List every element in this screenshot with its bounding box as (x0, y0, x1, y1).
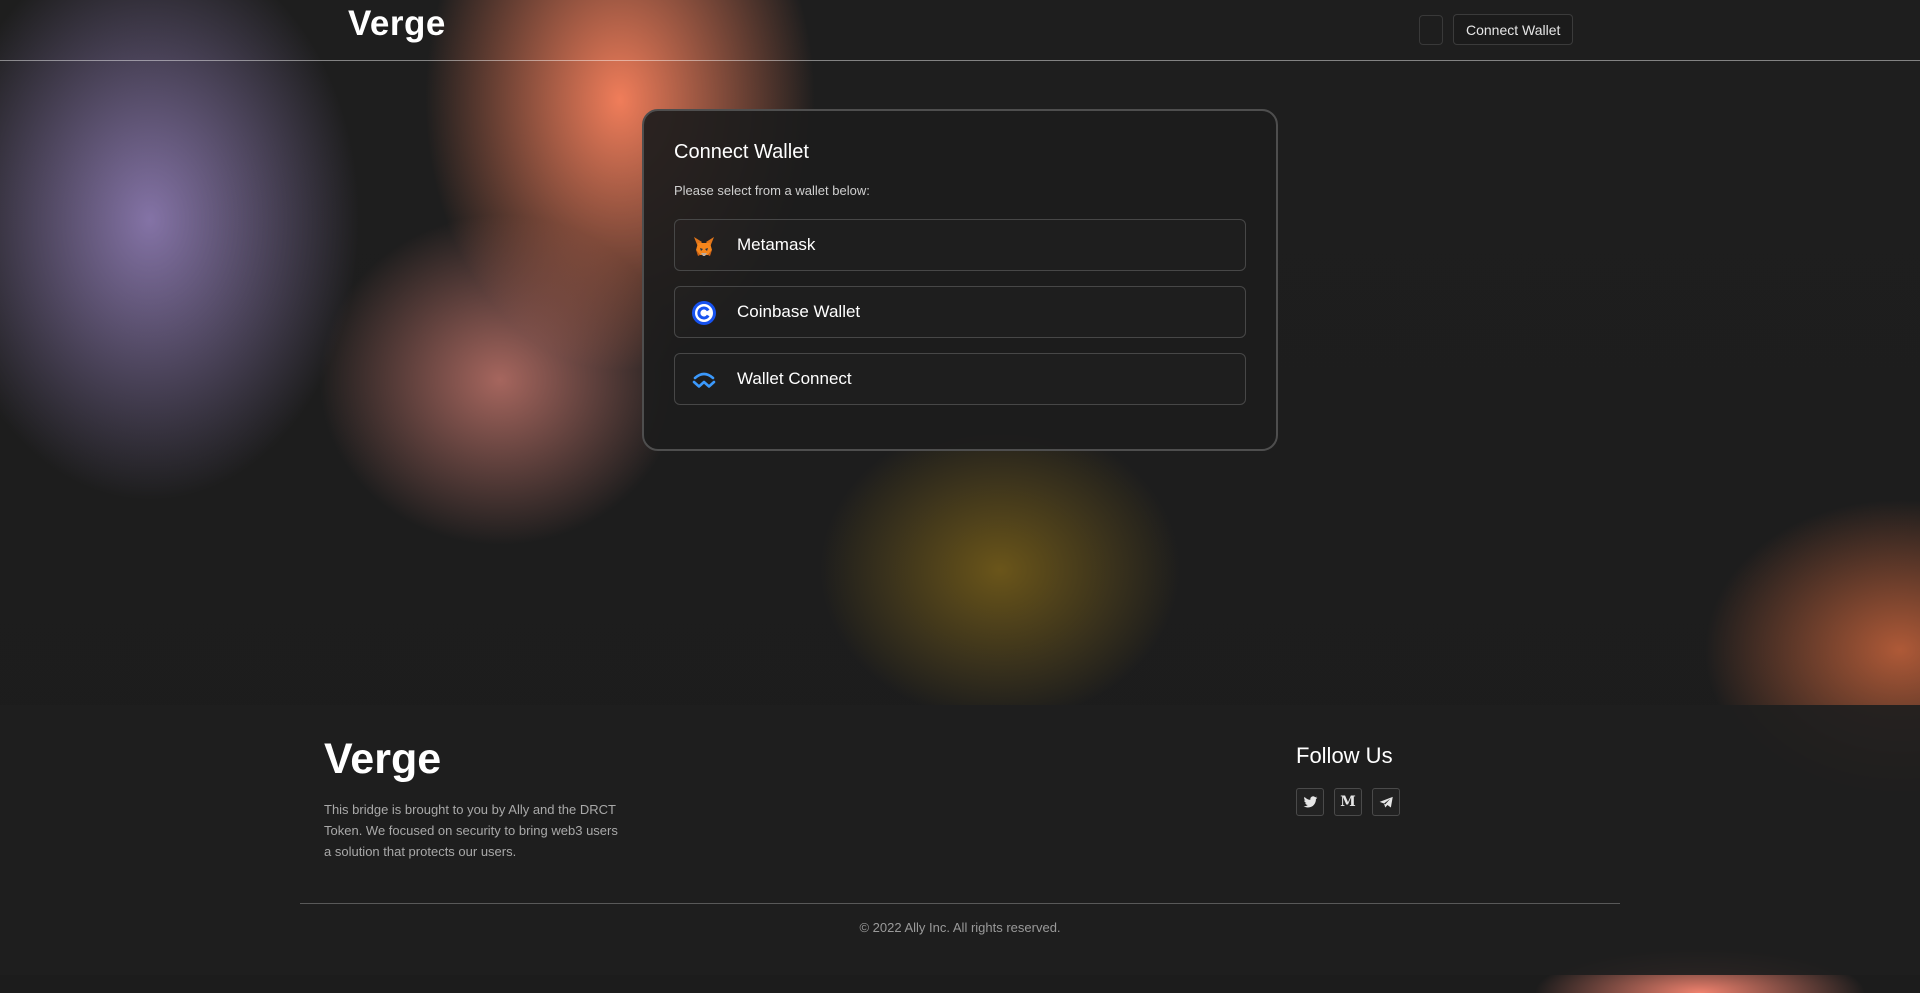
theme-toggle-button[interactable] (1419, 15, 1443, 45)
wallet-label-metamask: Metamask (737, 235, 816, 254)
header-connect-wallet-button[interactable]: Connect Wallet (1453, 14, 1574, 45)
footer-divider (300, 903, 1620, 904)
wallet-option-coinbase[interactable]: Coinbase Wallet (674, 286, 1246, 338)
walletconnect-icon (692, 372, 716, 388)
modal-subtitle: Please select from a wallet below: (674, 183, 870, 198)
connect-wallet-modal: Connect Wallet Please select from a wall… (642, 109, 1278, 451)
wallet-option-walletconnect[interactable]: Wallet Connect (674, 353, 1246, 405)
telegram-link[interactable] (1372, 788, 1400, 816)
follow-us-heading: Follow Us (1296, 743, 1393, 768)
footer-description: This bridge is brought to you by Ally an… (324, 802, 618, 859)
footer-logo: Verge (324, 735, 442, 783)
telegram-icon (1379, 796, 1393, 807)
wallet-label-walletconnect: Wallet Connect (737, 369, 852, 388)
medium-icon: M (1340, 794, 1356, 810)
wallet-option-metamask[interactable]: Metamask (674, 219, 1246, 271)
logo[interactable]: Verge (348, 4, 446, 44)
coinbase-icon (692, 301, 716, 325)
metamask-fox-icon (694, 237, 714, 256)
medium-link[interactable]: M (1334, 788, 1362, 816)
copyright: © 2022 Ally Inc. All rights reserved. (859, 920, 1061, 935)
top-nav: Verge Connect Wallet (0, 0, 1920, 61)
wallet-label-coinbase: Coinbase Wallet (737, 302, 861, 321)
modal-title: Connect Wallet (674, 141, 809, 163)
twitter-link[interactable] (1296, 788, 1324, 816)
twitter-icon (1303, 795, 1317, 807)
footer: Verge This bridge is brought to you by A… (0, 705, 1920, 975)
